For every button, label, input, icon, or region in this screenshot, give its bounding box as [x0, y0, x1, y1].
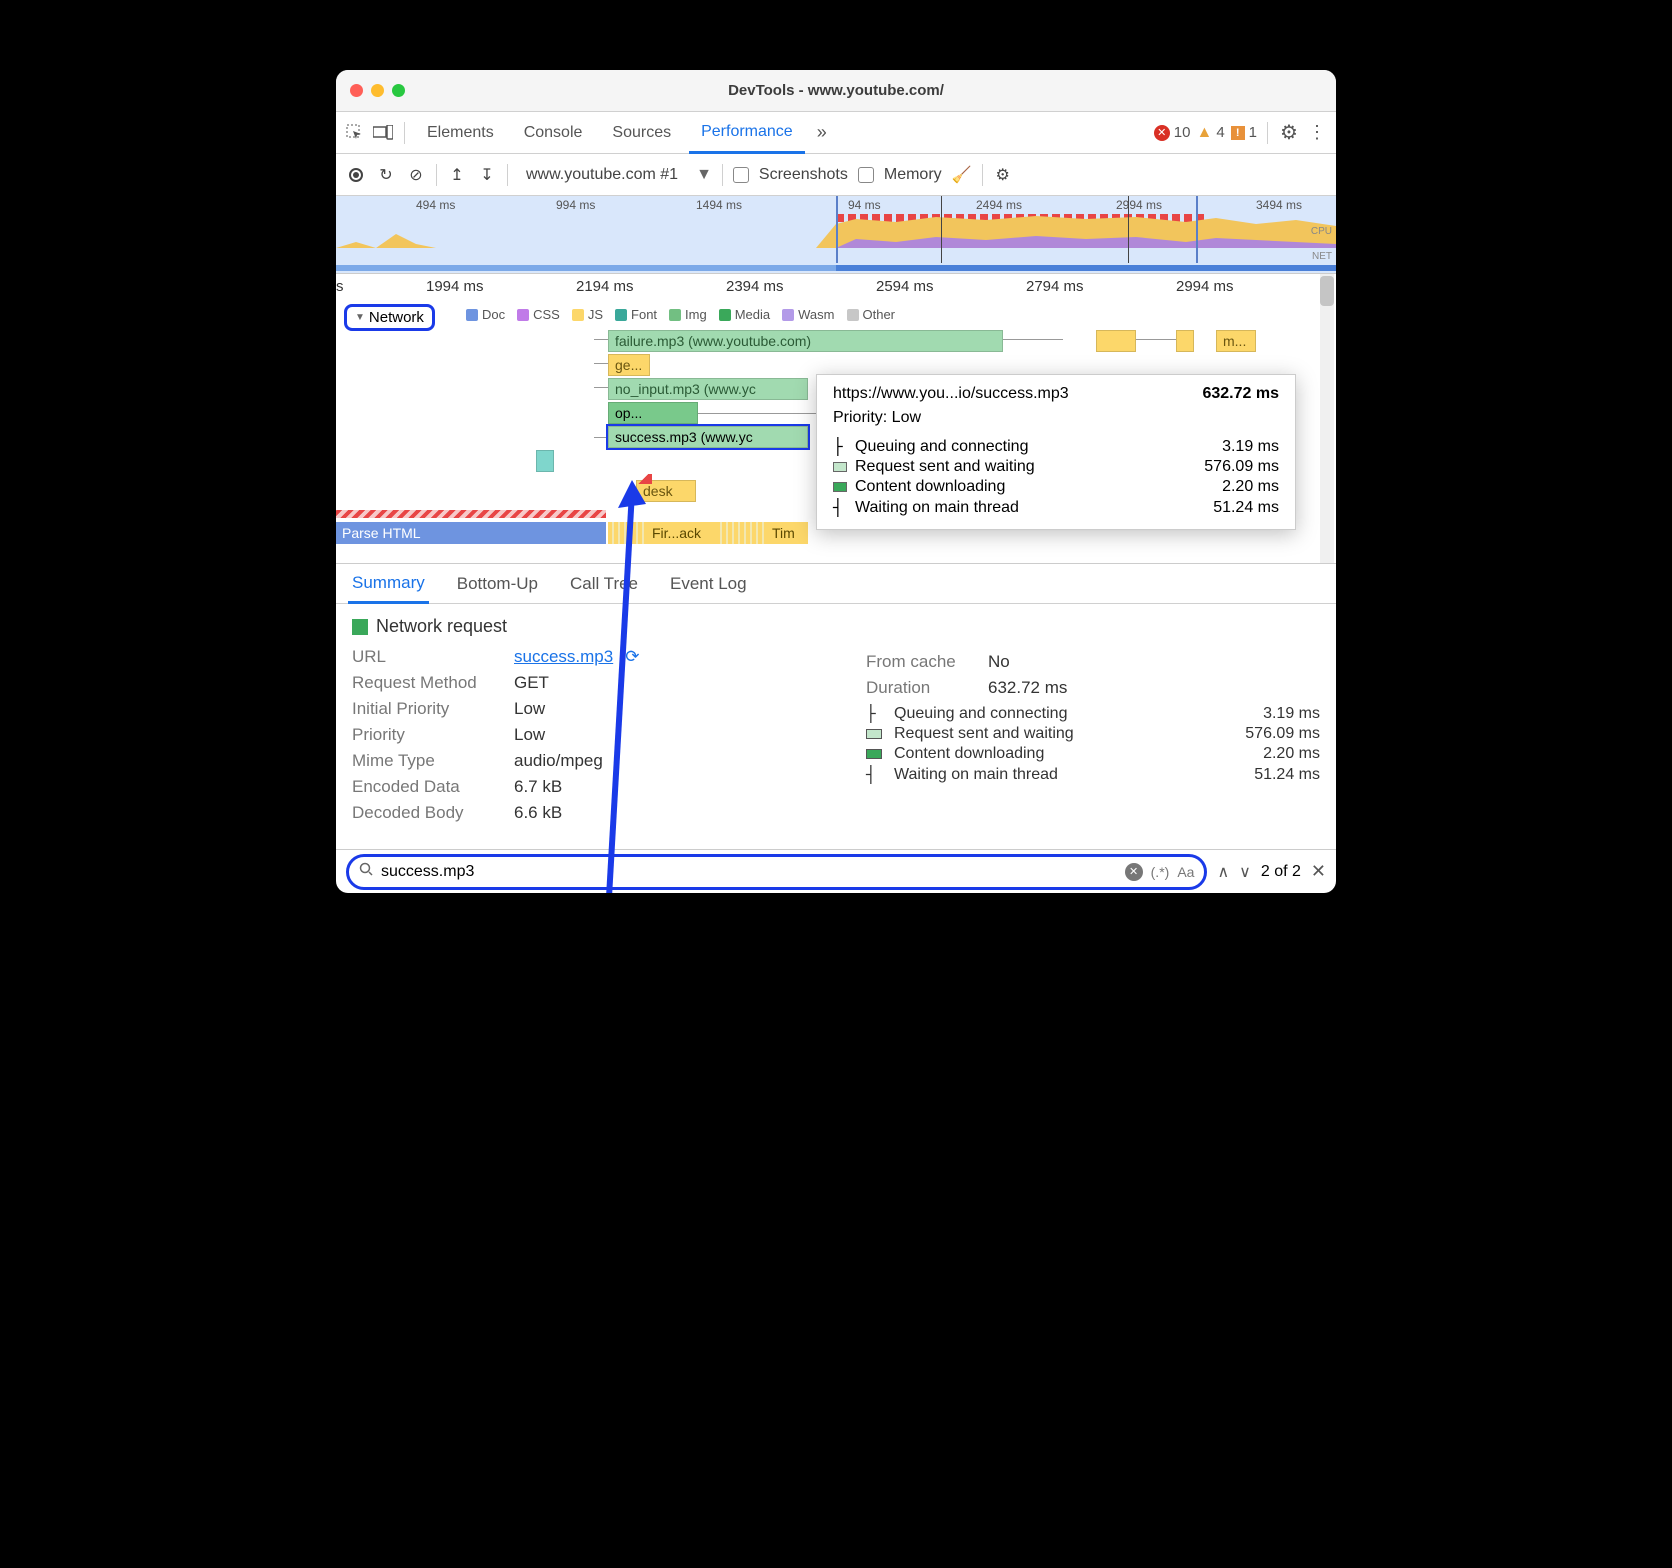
close-search-icon[interactable]: ✕ — [1311, 861, 1326, 882]
bar-m[interactable]: m... — [1216, 330, 1256, 352]
record-icon[interactable] — [346, 165, 366, 185]
error-badge[interactable]: ✕10 — [1154, 124, 1191, 141]
screenshots-label: Screenshots — [759, 166, 848, 184]
tab-sources[interactable]: Sources — [600, 112, 683, 153]
search-field-wrap: ✕ (.*) Aa — [346, 854, 1207, 890]
inspect-icon[interactable] — [344, 122, 366, 144]
gc-icon[interactable]: 🧹 — [952, 165, 972, 185]
memory-checkbox[interactable] — [858, 167, 874, 183]
main-tabs: Elements Console Sources Performance » ✕… — [336, 112, 1336, 154]
tab-calltree[interactable]: Call Tree — [566, 564, 642, 603]
summary-pane: Network request URLsuccess.mp3 ⟳ Request… — [336, 604, 1336, 849]
recording-select[interactable]: www.youtube.com #1 — [518, 166, 686, 184]
clear-icon[interactable]: ⊘ — [406, 165, 426, 185]
warning-badge[interactable]: ▲4 — [1196, 124, 1224, 142]
perf-settings-icon[interactable]: ⚙ — [993, 165, 1013, 185]
tab-performance[interactable]: Performance — [689, 113, 805, 154]
detail-tabs: Summary Bottom-Up Call Tree Event Log — [336, 564, 1336, 604]
network-legend: DocCSSJSFontImgMediaWasmOther — [466, 307, 895, 322]
case-toggle[interactable]: Aa — [1177, 864, 1194, 880]
dropdown-icon[interactable]: ▼ — [696, 166, 712, 184]
devtools-window: DevTools - www.youtube.com/ Elements Con… — [336, 70, 1336, 893]
overview-strip[interactable]: 494 ms 994 ms 1494 ms 94 ms 2494 ms 2994… — [336, 196, 1336, 274]
prev-match-icon[interactable]: ∧ — [1217, 862, 1229, 882]
tab-elements[interactable]: Elements — [415, 112, 506, 153]
flame-chart[interactable]: s 1994 ms 2194 ms 2394 ms 2594 ms 2794 m… — [336, 274, 1336, 564]
tab-summary[interactable]: Summary — [348, 565, 429, 604]
search-icon — [359, 862, 373, 881]
download-icon[interactable]: ↧ — [477, 165, 497, 185]
match-count: 2 of 2 — [1261, 863, 1301, 881]
bar-success[interactable]: success.mp3 (www.yc — [608, 426, 808, 448]
upload-icon[interactable]: ↥ — [447, 165, 467, 185]
bar-tim[interactable]: Tim — [766, 522, 806, 544]
search-input[interactable] — [381, 863, 1117, 881]
bar-noinput[interactable]: no_input.mp3 (www.yc — [608, 378, 808, 400]
tab-bottomup[interactable]: Bottom-Up — [453, 564, 542, 603]
more-tabs-icon[interactable]: » — [811, 122, 833, 144]
regex-toggle[interactable]: (.*) — [1151, 864, 1170, 880]
summary-header: Network request — [376, 616, 507, 637]
settings-icon[interactable]: ⚙ — [1278, 122, 1300, 144]
tab-console[interactable]: Console — [512, 112, 595, 153]
summary-url-link[interactable]: success.mp3 — [514, 647, 613, 667]
perf-toolbar: ↻ ⊘ ↥ ↧ www.youtube.com #1 ▼ Screenshots… — [336, 154, 1336, 196]
kebab-icon[interactable]: ⋮ — [1306, 122, 1328, 144]
device-icon[interactable] — [372, 122, 394, 144]
bar-fir[interactable]: Fir...ack — [646, 522, 716, 544]
bar-parse-html[interactable]: Parse HTML — [336, 522, 606, 544]
reload-icon[interactable]: ↻ — [376, 165, 396, 185]
bar-ge[interactable]: ge... — [608, 354, 650, 376]
info-badge[interactable]: !1 — [1231, 124, 1257, 141]
bar-op[interactable]: op... — [608, 402, 698, 424]
memory-label: Memory — [884, 166, 942, 184]
screenshots-checkbox[interactable] — [733, 167, 749, 183]
reveal-icon[interactable]: ⟳ — [625, 647, 639, 667]
window-title: DevTools - www.youtube.com/ — [336, 82, 1336, 99]
search-bar: ✕ (.*) Aa ∧ ∨ 2 of 2 ✕ — [336, 849, 1336, 893]
flame-scrollbar[interactable] — [1320, 274, 1334, 563]
network-track-label[interactable]: Network — [344, 304, 435, 331]
clear-search-icon[interactable]: ✕ — [1125, 863, 1143, 881]
tab-eventlog[interactable]: Event Log — [666, 564, 751, 603]
network-tooltip: https://www.you...io/success.mp3632.72 m… — [816, 374, 1296, 530]
next-match-icon[interactable]: ∨ — [1239, 862, 1251, 882]
titlebar: DevTools - www.youtube.com/ — [336, 70, 1336, 112]
bar-failure[interactable]: failure.mp3 (www.youtube.com) — [608, 330, 1003, 352]
